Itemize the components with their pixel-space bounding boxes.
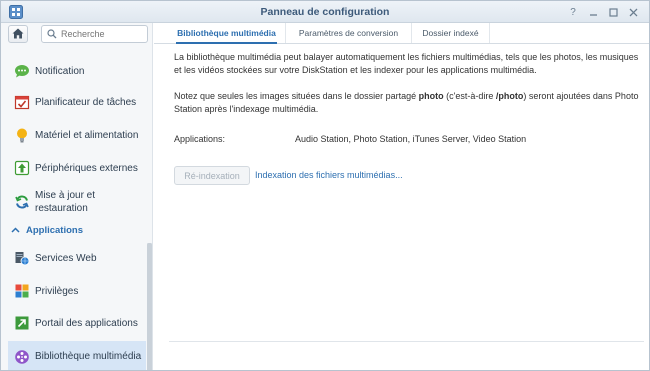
tab-indexed-folder[interactable]: Dossier indexé xyxy=(412,23,490,43)
sidebar-item-label: Planificateur de tâches xyxy=(35,96,137,108)
sidebar-item-label: Matériel et alimentation xyxy=(35,129,139,141)
sidebar-item-label: Privilèges xyxy=(35,285,79,297)
reindex-button[interactable]: Ré-indexation xyxy=(174,166,250,185)
maximize-icon[interactable] xyxy=(606,5,620,19)
photo-folder-path: /photo xyxy=(495,91,524,101)
sidebar-item-label: Portail des applications xyxy=(35,317,138,329)
photo-folder-name: photo xyxy=(418,91,444,101)
sidebar-item-update-restore[interactable]: Mise à jour et restauration xyxy=(8,187,146,217)
close-icon[interactable] xyxy=(626,5,640,19)
intro-text: La bibliothèque multimédia peut balayer … xyxy=(174,52,639,75)
sidebar-item-hardware-power[interactable]: Matériel et alimentation xyxy=(8,123,146,147)
search-box[interactable] xyxy=(41,25,148,43)
sidebar-item-external-devices[interactable]: Périphériques externes xyxy=(8,156,146,180)
film-reel-icon xyxy=(14,349,30,365)
sidebar: Notification Planificateur de tâches xyxy=(1,23,153,370)
sidebar-item-label: Services Web xyxy=(35,252,97,264)
control-panel-window: Panneau de configuration ? Recherche Not… xyxy=(0,0,650,371)
help-icon[interactable]: ? xyxy=(566,5,580,19)
refresh-icon xyxy=(14,194,30,210)
applications-value: Audio Station, Photo Station, iTunes Ser… xyxy=(295,134,527,144)
tab-bar: Bibliothèque multimédia Paramètres de co… xyxy=(154,23,649,44)
sidebar-item-label: Mise à jour et restauration xyxy=(35,190,96,214)
section-header-applications[interactable]: Applications xyxy=(11,225,83,236)
title-bar: Panneau de configuration ? xyxy=(1,1,649,23)
sidebar-item-privileges[interactable]: Privilèges xyxy=(8,279,146,303)
applications-label: Applications: xyxy=(174,134,226,144)
chat-bubble-icon xyxy=(14,63,30,79)
window-title: Panneau de configuration xyxy=(260,6,390,18)
home-icon xyxy=(12,28,24,41)
portal-arrow-icon xyxy=(14,315,30,331)
sidebar-item-media-library[interactable]: Bibliothèque multimédia xyxy=(8,341,146,370)
sidebar-item-label: Notification xyxy=(35,65,85,77)
sidebar-item-label: Bibliothèque multimédia xyxy=(35,351,142,362)
search-input[interactable] xyxy=(61,27,146,41)
upload-arrow-icon xyxy=(14,160,30,176)
sidebar-item-web-services[interactable]: Services Web xyxy=(8,246,146,270)
main-panel: Bibliothèque multimédia Paramètres de co… xyxy=(154,23,649,370)
web-services-icon xyxy=(14,250,30,266)
tab-conversion-settings[interactable]: Paramètres de conversion xyxy=(286,23,412,43)
home-button[interactable] xyxy=(8,25,28,43)
photo-note-text: Notez que seules les images situées dans… xyxy=(174,91,639,114)
sidebar-item-task-scheduler[interactable]: Planificateur de tâches xyxy=(8,90,146,114)
footer-divider xyxy=(169,341,644,342)
light-bulb-icon xyxy=(14,127,30,143)
sidebar-item-application-portal[interactable]: Portail des applications xyxy=(8,311,146,335)
chevron-up-icon xyxy=(11,226,20,235)
sidebar-item-label: Périphériques externes xyxy=(35,162,138,174)
search-icon xyxy=(47,29,57,41)
media-indexing-link[interactable]: Indexation des fichiers multimédias... xyxy=(255,170,403,180)
calendar-check-icon xyxy=(14,94,30,110)
section-header-label: Applications xyxy=(26,225,84,236)
privileges-grid-icon xyxy=(14,283,30,299)
minimize-icon[interactable] xyxy=(586,5,600,19)
sidebar-scrollbar-thumb[interactable] xyxy=(147,243,152,370)
tab-media-library[interactable]: Bibliothèque multimédia xyxy=(168,23,286,44)
sidebar-item-notification[interactable]: Notification xyxy=(8,59,146,83)
